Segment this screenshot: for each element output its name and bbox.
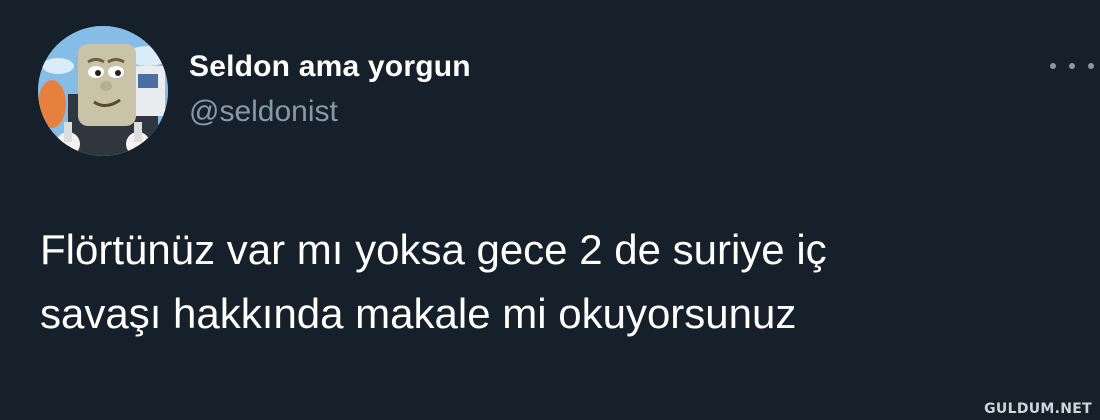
more-dot	[1069, 63, 1075, 69]
avatar[interactable]	[38, 26, 168, 156]
cartoon-train-avatar-icon	[38, 26, 168, 156]
tweet-text: Flörtünüz var mı yoksa gece 2 de suriye …	[40, 218, 1070, 346]
more-dot	[1050, 63, 1056, 69]
tweet-text-line: Flörtünüz var mı yoksa gece 2 de suriye …	[40, 226, 827, 273]
display-name[interactable]: Seldon ama yorgun	[189, 50, 471, 84]
more-dot	[1088, 63, 1094, 69]
watermark: GULDUM.NET	[984, 401, 1092, 417]
tweet-card: Seldon ama yorgun @seldonist Flörtünüz v…	[0, 0, 1100, 420]
more-horizontal-icon[interactable]	[1050, 56, 1094, 76]
user-handle[interactable]: @seldonist	[189, 95, 338, 129]
tweet-text-line: savaşı hakkında makale mi okuyorsunuz	[40, 290, 797, 337]
